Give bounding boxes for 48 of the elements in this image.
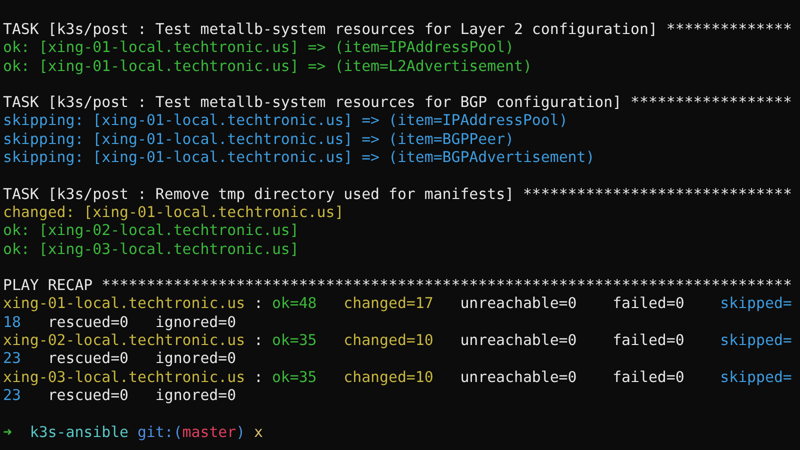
prompt-arrow: ➜ xyxy=(3,422,12,441)
output-text: unreachable=0 xyxy=(460,368,578,386)
output-text: rescued=0 xyxy=(48,386,130,404)
ok-status-text: ok: [xing-01-local.techtronic.us] => (item=IPAddressPool) xyxy=(3,38,514,56)
ok-status-text: ok: [xing-02-local.techtronic.us] xyxy=(3,221,299,240)
output-text: ignored=0 xyxy=(155,349,236,368)
output-text: : xyxy=(253,368,264,386)
branch-name: master xyxy=(182,422,236,441)
changed-status-text: xing-01-local.techtronic.us xyxy=(3,294,246,313)
output-text: rescued=0 xyxy=(48,312,130,332)
ok-status-text: ok=35 xyxy=(272,331,318,350)
output-text: PLAY RECAP ***************************************************************************** xyxy=(3,276,792,294)
output-text: failed=0 xyxy=(612,294,686,313)
git-label: git:( xyxy=(137,422,182,441)
output-text: ignored=0 xyxy=(155,312,236,332)
ok-status-text: ok=48 xyxy=(272,294,318,313)
output-text: unreachable=0 xyxy=(460,331,578,350)
skipping-status-text: skipped= xyxy=(720,331,792,350)
changed-status-text: changed=10 xyxy=(344,331,434,350)
output-text: failed=0 xyxy=(612,368,686,386)
skipping-status-text: skipping: [xing-01-local.techtronic.us] => (item=BGPAdvertisement) xyxy=(3,148,595,166)
ok-status-text: ok: [xing-03-local.techtronic.us] xyxy=(3,240,299,258)
directory-name: k3s-ansible xyxy=(30,422,129,441)
changed-status-text: changed=17 xyxy=(344,294,434,313)
changed-status-text: xing-02-local.techtronic.us xyxy=(3,331,246,350)
output-text: TASK [k3s/post : Test metallb-system resources for BGP configuration] ****************** xyxy=(3,93,792,112)
skipping-status-text: 23 xyxy=(3,386,22,404)
output-text: TASK [k3s/post : Remove tmp directory used for manifests] ****************************** xyxy=(3,184,792,203)
git-label: ) xyxy=(236,422,246,441)
output-text: unreachable=0 xyxy=(460,294,578,313)
ok-status-text: ok: [xing-01-local.techtronic.us] => (item=L2Advertisement) xyxy=(3,56,532,75)
skipping-status-text: skipping: [xing-01-local.techtronic.us] => (item=IPAddressPool) xyxy=(3,111,568,130)
output-text: ignored=0 xyxy=(155,386,236,404)
output-text: TASK [k3s/post : Test metallb-system resources for Layer 2 configuration] ************** xyxy=(3,20,792,38)
dirty-marker: x xyxy=(254,422,263,441)
skipping-status-text: skipped= xyxy=(720,294,792,313)
output-text: : xyxy=(253,331,264,350)
skipping-status-text: skipping: [xing-01-local.techtronic.us] => (item=BGPPeer) xyxy=(3,130,514,148)
skipping-status-text: 18 xyxy=(3,312,22,332)
output-text: failed=0 xyxy=(612,331,686,350)
output-text: rescued=0 xyxy=(48,349,130,368)
skipping-status-text: skipped= xyxy=(720,368,792,386)
changed-status-text: changed=10 xyxy=(344,368,434,386)
ok-status-text: ok=35 xyxy=(272,368,318,386)
skipping-status-text: 23 xyxy=(3,349,22,368)
changed-status-text: changed: [xing-01-local.techtronic.us] xyxy=(3,202,344,221)
output-text: : xyxy=(253,294,264,313)
changed-status-text: xing-03-local.techtronic.us xyxy=(3,368,246,386)
